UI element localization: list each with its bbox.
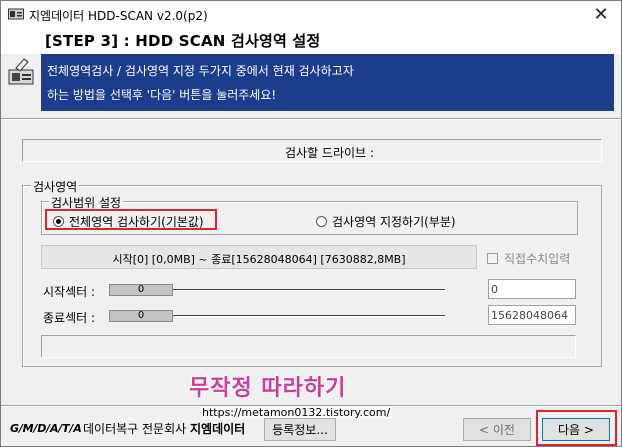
app-icon: [8, 8, 24, 20]
register-info-button[interactable]: 등록정보...: [264, 418, 336, 441]
prev-button[interactable]: < 이전: [463, 418, 531, 441]
range-summary-text: 시작[0] [0,0MB] ~ 종료[15628048064] [7630882…: [112, 253, 406, 266]
range-summary: 시작[0] [0,0MB] ~ 종료[15628048064] [7630882…: [41, 245, 477, 269]
status-box: [41, 335, 576, 358]
highlight-full-scan: [45, 209, 217, 230]
instruction-line-1: 전체영역검사 / 검사영역 지정 두가지 중에서 현재 검사하고자: [47, 64, 354, 78]
company-name: 지엠데이터: [190, 422, 246, 436]
drive-info-box: 검사할 드라이브 :: [22, 139, 602, 162]
header-divider: [1, 118, 621, 120]
end-sector-label: 종료섹터 :: [43, 311, 96, 325]
company-logo: G/M/D/A/T/A: [10, 422, 82, 435]
direct-input-label: 직접수치입력: [504, 252, 571, 266]
close-icon: ✕: [593, 3, 609, 25]
direct-input-checkbox[interactable]: 직접수치입력: [487, 250, 570, 267]
end-sector-slider-thumb[interactable]: 0: [109, 310, 173, 322]
company-text: 데이터복구 전문회사 지엠데이터: [83, 420, 245, 437]
app-window: 지엠데이터 HDD-SCAN v2.0(p2) ✕ [STEP 3] : HDD…: [0, 0, 622, 447]
scan-area-group-title: 검사영역: [31, 178, 80, 195]
step-header: [STEP 3] : HDD SCAN 검사영역 설정: [1, 28, 621, 54]
radio-custom-scan-label: 검사영역 지정하기(부분): [332, 215, 456, 229]
company-prefix: 데이터복구 전문회사: [83, 422, 187, 436]
highlight-next-button: [536, 410, 617, 446]
radio-custom-scan[interactable]: 검사영역 지정하기(부분): [316, 213, 456, 230]
drive-label: 검사할 드라이브 :: [285, 146, 374, 160]
end-sector-input[interactable]: 15628048064: [488, 305, 576, 325]
watermark-title: 무작정 따라하기: [189, 376, 347, 401]
direct-input-checkbox-box[interactable]: [487, 253, 498, 264]
close-button[interactable]: ✕: [589, 3, 613, 25]
step-title: [STEP 3] : HDD SCAN 검사영역 설정: [45, 32, 321, 50]
title-bar: 지엠데이터 HDD-SCAN v2.0(p2) ✕: [1, 1, 621, 28]
start-sector-input[interactable]: 0: [488, 279, 576, 299]
start-sector-slider-thumb[interactable]: 0: [109, 284, 173, 296]
instruction-line-2: 하는 방법을 선택후 '다음' 버튼을 눌러주세요!: [47, 88, 277, 102]
start-sector-label: 시작섹터 :: [43, 285, 96, 299]
radio-custom-scan-indicator[interactable]: [316, 216, 327, 227]
hdd-tool-icon: [8, 58, 34, 85]
window-title: 지엠데이터 HDD-SCAN v2.0(p2): [29, 9, 208, 23]
instruction-banner: 전체영역검사 / 검사영역 지정 두가지 중에서 현재 검사하고자 하는 방법을…: [41, 54, 614, 111]
